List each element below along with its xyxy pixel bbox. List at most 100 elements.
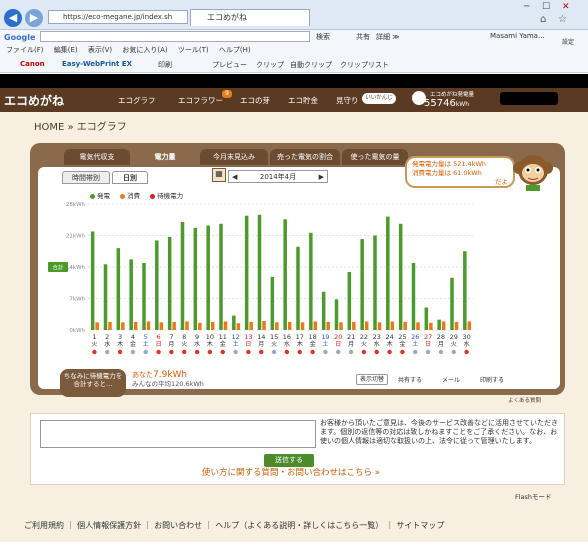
clip-list-button[interactable]: クリップリスト xyxy=(340,60,389,70)
tab-used-amount[interactable]: 使った電気の量 xyxy=(342,149,408,165)
share-button[interactable]: 共有 xyxy=(356,32,370,42)
weekday-label: 水 xyxy=(194,340,200,348)
tab-sold-ratio[interactable]: 売った電気の割合 xyxy=(270,149,340,165)
weekday-label: 木 xyxy=(207,340,213,348)
sun-icon xyxy=(387,349,392,355)
browser-tab[interactable]: エコめがね xyxy=(190,9,310,26)
easy-webprint-logo: Easy-WebPrint EX xyxy=(62,60,132,68)
google-logo: Google xyxy=(4,33,36,42)
generation-bar xyxy=(283,219,287,330)
y-tick-label: 21kWh xyxy=(66,234,86,240)
menu-help[interactable]: ヘルプ(H) xyxy=(219,46,251,54)
generation-bar xyxy=(424,307,429,330)
cloud-icon xyxy=(348,349,354,355)
weekday-label: 月 xyxy=(438,341,444,348)
tab-title: エコめがね xyxy=(207,13,247,22)
weekday-label: 火 xyxy=(271,341,277,348)
sun-icon xyxy=(374,349,379,355)
generation-bar xyxy=(450,277,454,330)
x-tick-label: 30 xyxy=(462,333,470,341)
canon-logo: Canon xyxy=(20,60,45,68)
standby-footnote: ちなみに待機電力を合計すると… xyxy=(60,369,126,397)
weekday-label: 火 xyxy=(91,341,97,348)
feedback-textarea[interactable] xyxy=(40,420,316,448)
nav-eco-flower[interactable]: エコフラワー xyxy=(178,95,223,106)
x-tick-label: 6 xyxy=(157,333,161,341)
generation-bar xyxy=(257,214,262,330)
generation-bar xyxy=(386,216,390,330)
generation-bar xyxy=(232,315,236,330)
menu-view[interactable]: 表示(V) xyxy=(88,46,112,54)
cloud-icon xyxy=(143,349,148,355)
search-button[interactable]: 検索 xyxy=(316,32,330,42)
nav-eco-graph[interactable]: エコグラフ xyxy=(118,95,156,106)
cloud-icon xyxy=(438,349,444,355)
generation-bar xyxy=(129,259,133,330)
consumption-bar xyxy=(249,321,253,330)
preview-button[interactable]: プレビュー xyxy=(212,60,247,70)
faq-link[interactable]: よくある質問 xyxy=(508,396,541,404)
status-pill: いいかんじ xyxy=(362,93,396,104)
menu-bar: ファイル(F) 編集(E) 表示(V) お気に入り(A) ツール(T) ヘルプ(… xyxy=(0,45,588,57)
favorites-star-icon[interactable]: ☆ xyxy=(558,14,567,25)
address-bar[interactable]: https://eco-megane.jp/index.sh xyxy=(48,10,188,24)
close-icon[interactable]: ✕ xyxy=(562,2,570,12)
footer-sitemap[interactable]: サイトマップ xyxy=(396,521,444,530)
print-link[interactable]: 印刷する xyxy=(480,375,504,384)
print-button[interactable]: 印刷 xyxy=(158,60,172,70)
generation-bar xyxy=(219,223,223,330)
generation-bar xyxy=(206,225,210,330)
help-contact-link[interactable]: 使い方に関する質問・お問い合わせはこちら » xyxy=(202,466,380,478)
home-icon[interactable]: ⌂ xyxy=(540,14,546,25)
tab-month-forecast[interactable]: 今月末見込み xyxy=(200,149,268,165)
tab-hourly[interactable]: 時間帯別 xyxy=(62,171,110,184)
footer-contact[interactable]: お問い合わせ xyxy=(154,521,202,530)
weekday-label: 月 xyxy=(348,341,354,348)
next-month-icon[interactable]: ▶ xyxy=(319,171,327,183)
x-tick-label: 8 xyxy=(182,333,186,341)
clip-button[interactable]: クリップ xyxy=(256,60,284,70)
month-selector[interactable]: ◀ 2014年4月 ▶ xyxy=(228,170,328,183)
maximize-icon[interactable]: ☐ xyxy=(542,2,550,12)
tab-power-amount[interactable]: 電力量 xyxy=(132,149,198,165)
menu-file[interactable]: ファイル(F) xyxy=(6,46,44,54)
sun-icon xyxy=(117,349,123,355)
footer-terms[interactable]: ご利用規約 xyxy=(24,521,64,530)
prev-month-icon[interactable]: ◀ xyxy=(229,171,237,183)
nav-eco-savings[interactable]: エコ貯金 xyxy=(288,95,318,106)
consumption-bar xyxy=(223,321,228,330)
mail-link[interactable]: メール xyxy=(442,375,460,384)
menu-favorites[interactable]: お気に入り(A) xyxy=(122,46,167,54)
x-tick-label: 25 xyxy=(398,333,406,341)
consumption-bar xyxy=(210,321,215,330)
back-button[interactable]: ◀ xyxy=(4,9,22,27)
weekday-label: 土 xyxy=(233,340,239,348)
nav-watch[interactable]: 見守り xyxy=(336,95,359,106)
google-search-input[interactable] xyxy=(40,31,310,42)
site-logo[interactable]: エコめがね xyxy=(4,92,64,109)
sun-icon xyxy=(156,349,161,355)
sun-icon xyxy=(220,349,225,355)
nav-eco-sprout[interactable]: エコの芽 xyxy=(240,95,270,106)
detail-button[interactable]: 詳細 ≫ xyxy=(376,32,400,42)
tab-electricity-cost[interactable]: 電気代収支 xyxy=(64,149,130,165)
auto-clip-button[interactable]: 自動クリップ xyxy=(290,60,332,70)
weekday-label: 土 xyxy=(322,340,328,348)
tab-daily[interactable]: 日別 xyxy=(112,171,148,184)
footer-help[interactable]: ヘルプ（よくある説明・詳しくはこちら一覧） xyxy=(215,521,383,530)
generation-bar xyxy=(142,262,146,330)
share-link[interactable]: 共有する xyxy=(398,375,422,384)
menu-tools[interactable]: ツール(T) xyxy=(178,46,209,54)
weekday-label: 金 xyxy=(310,340,316,348)
display-switch-button[interactable]: 表示切替 xyxy=(356,374,389,385)
weekday-label: 日 xyxy=(425,341,431,348)
footer-privacy[interactable]: 個人情報保護方針 xyxy=(77,521,141,530)
calendar-icon[interactable]: ▦ xyxy=(212,168,226,182)
generation-bar xyxy=(437,319,441,330)
forward-button[interactable]: ▶ xyxy=(25,9,43,27)
menu-edit[interactable]: 編集(E) xyxy=(54,46,78,54)
user-account[interactable]: Masami Yama... xyxy=(490,32,545,40)
minimize-icon[interactable]: ─ xyxy=(524,2,529,12)
flash-mode-link[interactable]: Flashモード xyxy=(515,491,552,501)
weekday-label: 水 xyxy=(374,340,380,348)
